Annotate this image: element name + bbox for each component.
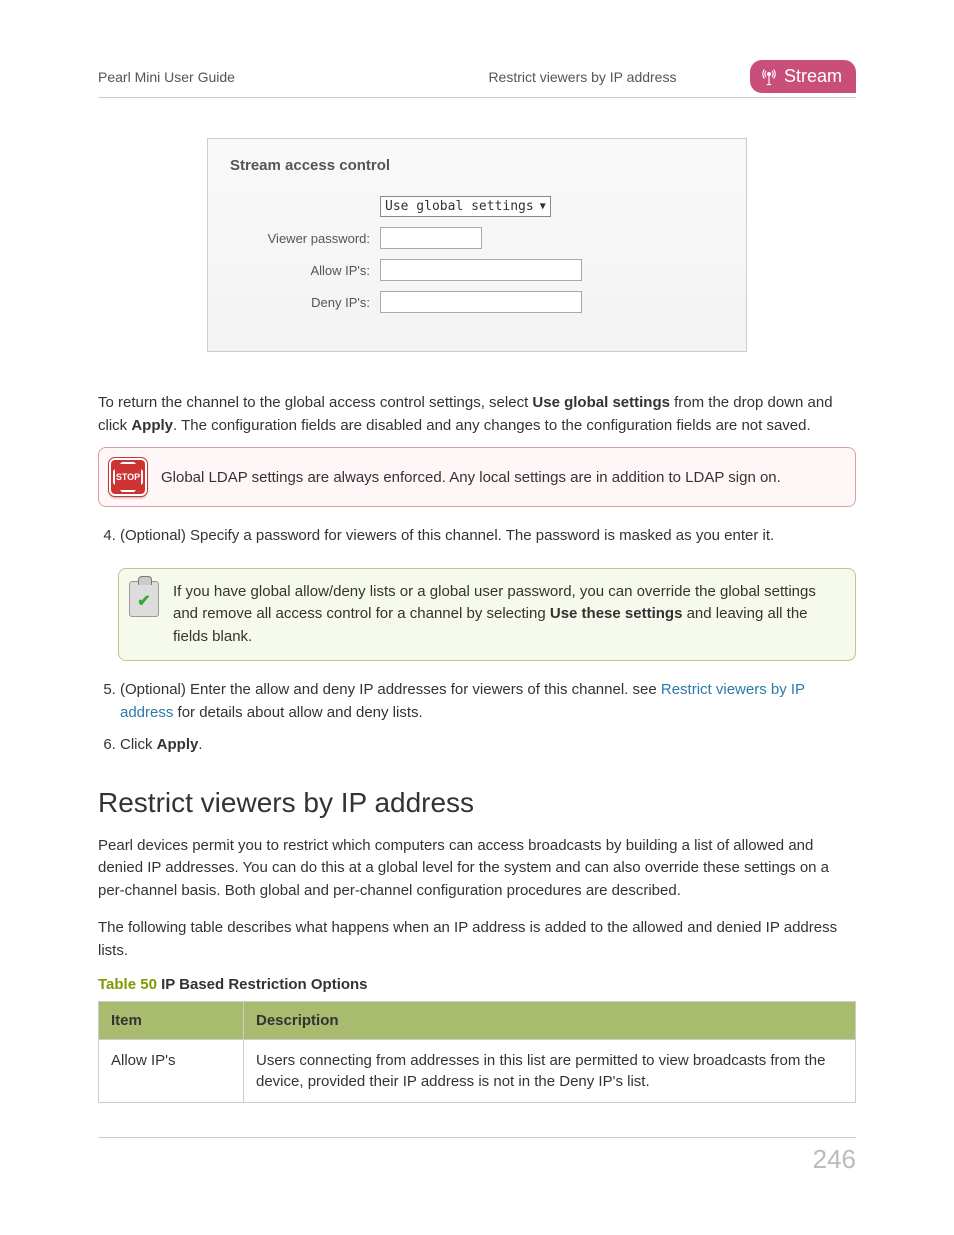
stop-icon: STOP	[109, 458, 147, 496]
breadcrumb: Restrict viewers by IP address	[435, 69, 730, 85]
allow-ips-row: Allow IP's:	[230, 259, 724, 281]
antenna-icon	[760, 68, 778, 86]
step-6: Click Apply.	[120, 734, 856, 757]
settings-dropdown-row: Use global settings	[230, 196, 724, 217]
note-text: If you have global allow/deny lists or a…	[173, 581, 841, 649]
step-list-cont: (Optional) Enter the allow and deny IP a…	[98, 679, 856, 757]
paragraph-global-settings: To return the channel to the global acce…	[98, 392, 856, 437]
paragraph-intro: Pearl devices permit you to restrict whi…	[98, 835, 856, 903]
viewer-password-label: Viewer password:	[230, 231, 380, 246]
stream-badge: Stream	[750, 60, 856, 93]
section-title: Restrict viewers by IP address	[98, 787, 856, 819]
allow-ips-input[interactable]	[380, 259, 582, 281]
paragraph-table-intro: The following table describes what happe…	[98, 917, 856, 962]
screenshot-stream-access-control: Stream access control Use global setting…	[207, 138, 747, 352]
deny-ips-label: Deny IP's:	[230, 295, 380, 310]
badge-label: Stream	[784, 66, 842, 87]
table-row: Allow IP's Users connecting from address…	[99, 1040, 856, 1103]
ip-restriction-table: Item Description Allow IP's Users connec…	[98, 1001, 856, 1103]
global-settings-dropdown[interactable]: Use global settings	[380, 196, 551, 217]
viewer-password-row: Viewer password:	[230, 227, 724, 249]
th-description: Description	[244, 1002, 856, 1040]
page-number: 246	[813, 1144, 856, 1174]
step-list: (Optional) Specify a password for viewer…	[98, 525, 856, 548]
page-footer: 246	[98, 1137, 856, 1175]
viewer-password-input[interactable]	[380, 227, 482, 249]
stop-text: Global LDAP settings are always enforced…	[161, 469, 781, 486]
step-5: (Optional) Enter the allow and deny IP a…	[120, 679, 856, 724]
table-caption: Table 50 IP Based Restriction Options	[98, 976, 856, 993]
screenshot-title: Stream access control	[230, 157, 724, 174]
cell-item: Allow IP's	[99, 1040, 244, 1103]
stop-callout: STOP Global LDAP settings are always enf…	[98, 447, 856, 507]
guide-title: Pearl Mini User Guide	[98, 69, 235, 85]
clipboard-icon	[129, 581, 159, 617]
deny-ips-row: Deny IP's:	[230, 291, 724, 313]
allow-ips-label: Allow IP's:	[230, 263, 380, 278]
cell-desc: Users connecting from addresses in this …	[244, 1040, 856, 1103]
page-header: Pearl Mini User Guide Restrict viewers b…	[98, 60, 856, 98]
step-4: (Optional) Specify a password for viewer…	[120, 525, 856, 548]
note-callout: If you have global allow/deny lists or a…	[118, 568, 856, 662]
deny-ips-input[interactable]	[380, 291, 582, 313]
th-item: Item	[99, 1002, 244, 1040]
